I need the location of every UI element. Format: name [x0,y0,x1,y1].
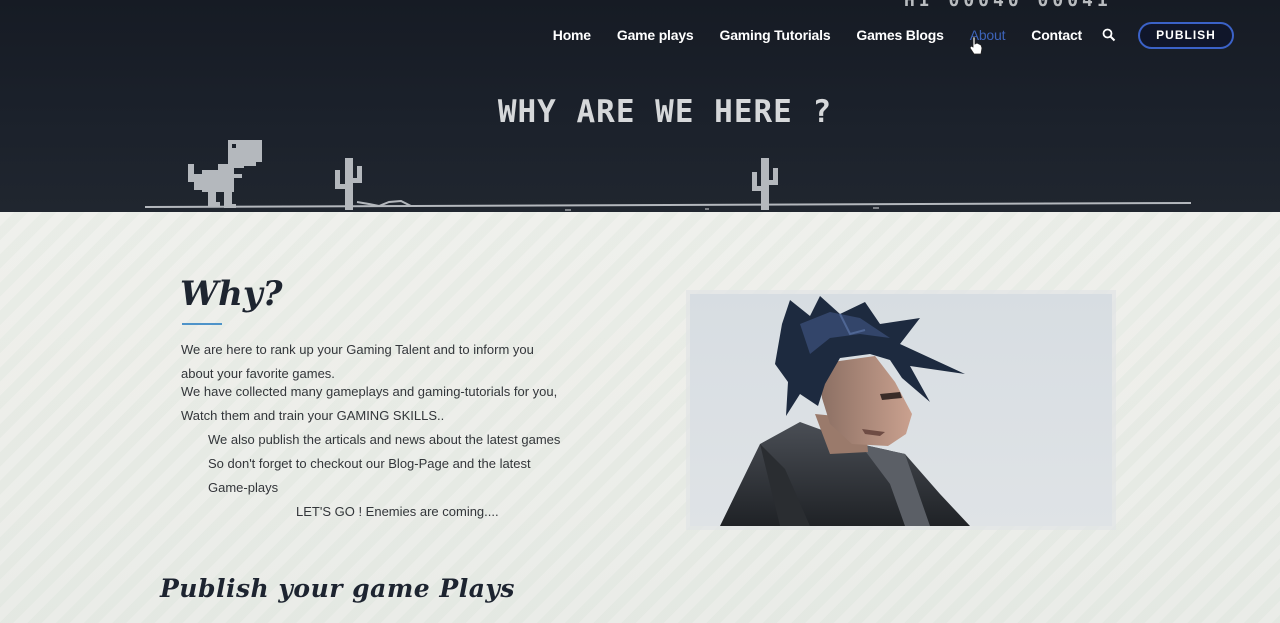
nav-games-blogs[interactable]: Games Blogs [856,27,943,43]
heading-underline [182,323,222,325]
nav-game-plays[interactable]: Game plays [617,27,694,43]
publish-button[interactable]: PUBLISH [1138,21,1234,49]
main-nav: Home Game plays Gaming Tutorials Games B… [527,21,1234,49]
character-image [690,294,1112,526]
search-icon[interactable] [1102,28,1116,42]
cursor-hand-icon [969,36,983,55]
text-line: We are here to rank up your Gaming Talen… [181,342,534,357]
text-line: We also publish the articals and news ab… [208,432,561,447]
text-line: Watch them and train your GAMING SKILLS.… [181,408,445,423]
text-line: So don't forget to checkout our Blog-Pag… [208,456,531,471]
hero-title: WHY ARE WE HERE ? [497,94,833,130]
nav-gaming-tutorials[interactable]: Gaming Tutorials [720,27,831,43]
text-line: We have collected many gameplays and gam… [181,384,558,399]
nav-contact[interactable]: Contact [1031,27,1082,43]
why-paragraph-2: We also publish the articals and news ab… [208,428,560,500]
why-heading: Why? [180,274,283,314]
nav-home[interactable]: Home [553,27,591,43]
why-section: Why? We are here to rank up your Gaming … [0,212,1280,623]
hero-header: HI 00040 00041 Home Game plays Gaming Tu… [0,0,1280,212]
text-line: Game-plays [208,480,279,495]
why-paragraph-1: We are here to rank up your Gaming Talen… [181,338,557,428]
why-paragraph-3: LET'S GO ! Enemies are coming.... [296,504,499,519]
score-display: HI 00040 00041 [904,0,1174,8]
ground-line [145,200,1191,211]
publish-heading: Publish your game Plays [160,574,515,603]
